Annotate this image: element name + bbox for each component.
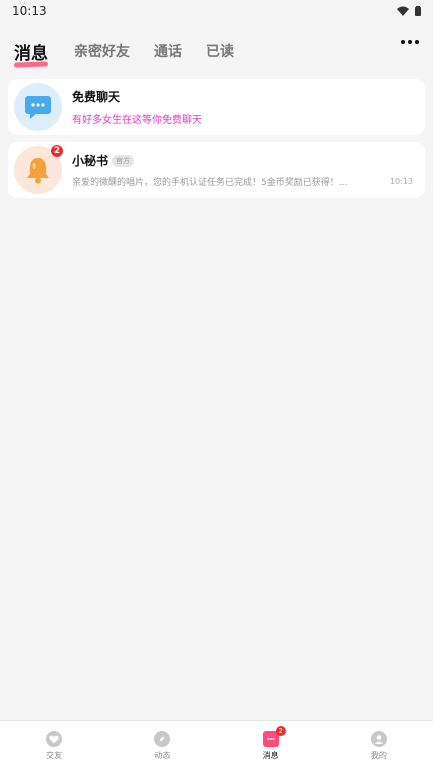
nav-item-messages[interactable]: 2 消息 [217, 721, 325, 771]
compass-icon [154, 731, 171, 747]
profile-icon [370, 731, 387, 747]
nav-label: 交友 [46, 751, 63, 760]
tab-calls[interactable]: 通话 [154, 41, 182, 61]
tab-bar: 消息 亲密好友 通话 已读 [0, 22, 433, 80]
wifi-icon [397, 6, 409, 16]
conversation-subtitle: 有好多女生在这等你免费聊天 [72, 115, 202, 126]
tab-label: 通话 [154, 44, 182, 60]
status-time: 10:13 [12, 4, 47, 18]
more-menu-icon[interactable] [401, 40, 419, 44]
conversation-free-chat[interactable]: 免费聊天 有好多女生在这等你免费聊天 [8, 79, 425, 135]
conversation-name: 小秘书 [72, 154, 109, 168]
nav-label: 我的 [370, 751, 387, 760]
conversation-secretary[interactable]: 2 小秘书 官方 亲爱的微醺的唱片，您的手机认证任务已完成！5金币奖励已获得！.… [8, 142, 425, 198]
nav-unread-badge: 2 [275, 726, 286, 736]
official-tag: 官方 [112, 154, 135, 167]
conversation-time: 10:13 [389, 177, 413, 186]
nav-label: 消息 [262, 751, 279, 760]
bell-icon [27, 158, 49, 184]
status-bar: 10:13 [0, 0, 433, 22]
unread-badge: 2 [50, 144, 64, 158]
conversation-preview: 亲爱的微醺的唱片，您的手机认证任务已完成！5金币奖励已获得！... [72, 178, 348, 188]
status-icons [397, 6, 421, 16]
avatar [14, 83, 62, 131]
battery-icon [415, 6, 421, 16]
tab-label: 消息 [14, 43, 48, 64]
tab-label: 已读 [206, 44, 234, 60]
bottom-nav: 交友 动态 2 消息 我的 [0, 720, 433, 771]
tab-label: 亲密好友 [74, 44, 130, 60]
tab-read[interactable]: 已读 [206, 41, 234, 61]
nav-item-profile[interactable]: 我的 [325, 721, 433, 771]
nav-item-friends[interactable]: 交友 [0, 721, 108, 771]
message-icon: 2 [262, 726, 286, 747]
tab-messages[interactable]: 消息 [13, 39, 49, 68]
chat-bubble-icon [25, 96, 51, 119]
nav-label: 动态 [154, 751, 171, 760]
nav-item-moments[interactable]: 动态 [108, 721, 216, 771]
conversation-name: 免费聊天 [72, 90, 121, 104]
tab-close-friends[interactable]: 亲密好友 [74, 41, 130, 61]
avatar: 2 [14, 144, 64, 194]
heart-icon [46, 731, 63, 747]
